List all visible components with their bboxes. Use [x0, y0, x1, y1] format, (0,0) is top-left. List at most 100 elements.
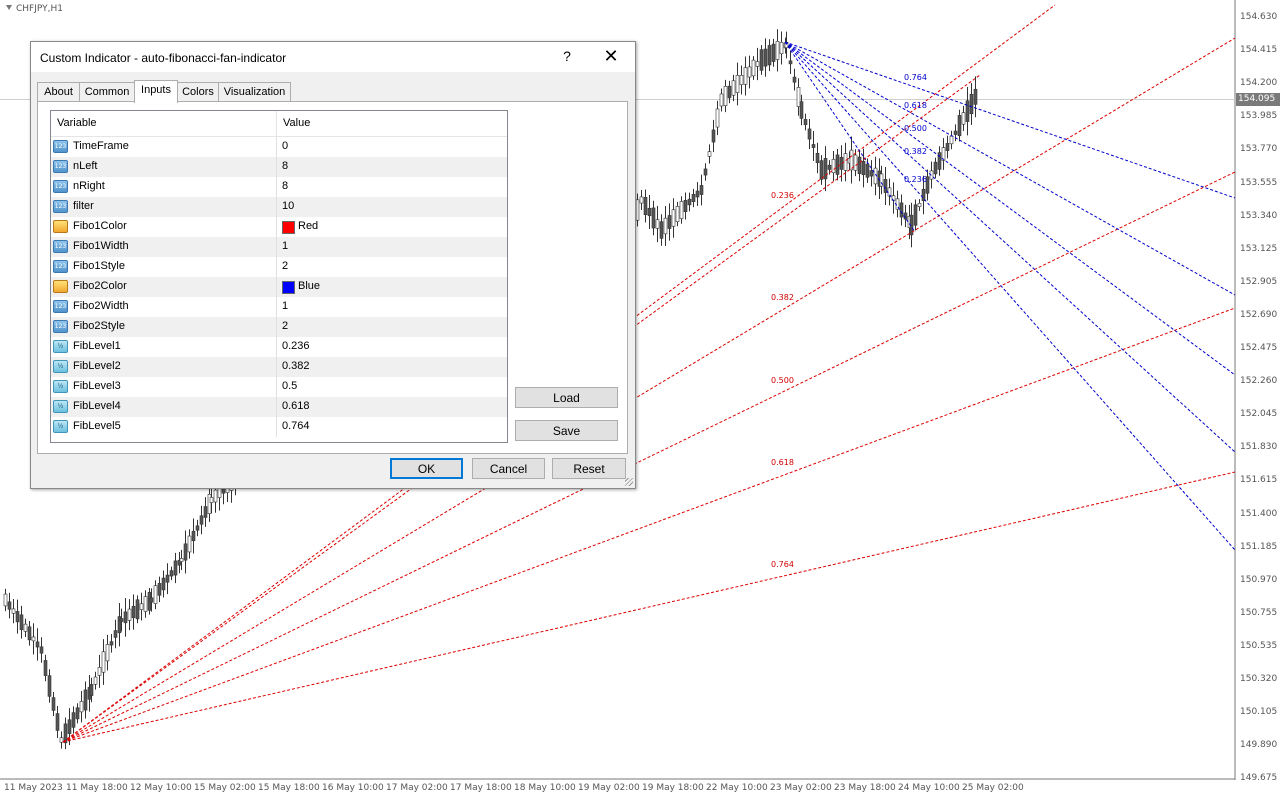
candle-body: [63, 723, 68, 744]
price-tick-label: 152.905: [1240, 276, 1278, 287]
current-price-tag: 154.095: [1236, 93, 1280, 106]
candle-body: [31, 636, 36, 642]
variable-value[interactable]: 10: [282, 200, 294, 212]
table-row[interactable]: ½ FibLevel4 0.618: [51, 397, 507, 417]
variable-value[interactable]: 1: [282, 240, 288, 252]
variable-name: FibLevel4: [73, 400, 121, 412]
time-tick-label: 19 May 18:00: [642, 783, 704, 793]
resize-grip-icon[interactable]: [625, 478, 633, 486]
price-tick-label: 149.890: [1240, 740, 1278, 751]
table-row[interactable]: Fibo2Color Blue: [51, 277, 507, 297]
table-row[interactable]: 123 Fibo2Style 2: [51, 317, 507, 337]
candle-body: [853, 154, 858, 171]
variable-value[interactable]: 8: [282, 180, 288, 192]
ok-button[interactable]: OK: [390, 458, 463, 479]
dialog-title-bar[interactable]: Custom Indicator - auto-fibonacci-fan-in…: [31, 42, 635, 72]
table-row[interactable]: 123 Fibo1Width 1: [51, 237, 507, 257]
candle-body: [743, 67, 748, 85]
variable-value[interactable]: 1: [282, 300, 288, 312]
table-row[interactable]: ½ FibLevel1 0.236: [51, 337, 507, 357]
time-tick-label: 19 May 02:00: [578, 783, 640, 793]
variable-name: nRight: [73, 180, 105, 192]
load-button[interactable]: Load: [515, 387, 618, 408]
candle-body: [187, 535, 192, 553]
candle-body: [79, 701, 84, 713]
table-row[interactable]: ½ FibLevel5 0.764: [51, 417, 507, 437]
time-tick-label: 12 May 10:00: [130, 783, 192, 793]
table-row[interactable]: 123 nLeft 8: [51, 157, 507, 177]
cancel-button[interactable]: Cancel: [472, 458, 545, 479]
time-tick-label: 23 May 18:00: [834, 783, 896, 793]
table-row[interactable]: Fibo1Color Red: [51, 217, 507, 237]
variable-value[interactable]: 0.236: [282, 340, 310, 352]
tab-colors[interactable]: Colors: [177, 82, 219, 102]
variable-name: Fibo2Color: [73, 280, 127, 292]
variable-value[interactable]: 0.764: [282, 420, 310, 432]
time-tick-label: 17 May 18:00: [450, 783, 512, 793]
tab-common[interactable]: Common: [79, 82, 135, 102]
close-button[interactable]: ✕: [601, 46, 621, 67]
column-header-value[interactable]: Value: [283, 117, 310, 129]
candle-body: [792, 76, 797, 83]
candle-body: [169, 570, 174, 577]
table-row[interactable]: ½ FibLevel3 0.5: [51, 377, 507, 397]
candle-body: [157, 583, 162, 596]
table-row[interactable]: 123 TimeFrame 0: [51, 137, 507, 157]
cell-separator: [276, 277, 277, 297]
blue-fan-line: [784, 41, 1236, 551]
tab-visualization[interactable]: Visualization: [218, 82, 291, 102]
table-row[interactable]: ½ FibLevel2 0.382: [51, 357, 507, 377]
variable-value[interactable]: 0.382: [282, 360, 310, 372]
candle-body: [149, 597, 154, 603]
cell-separator: [276, 337, 277, 357]
table-row[interactable]: 123 Fibo1Style 2: [51, 257, 507, 277]
candle-body: [827, 164, 832, 170]
variable-value[interactable]: Red: [298, 220, 318, 232]
tab-inputs[interactable]: Inputs: [134, 80, 178, 103]
candle-body: [15, 611, 20, 623]
candle-body: [11, 608, 16, 614]
variable-value[interactable]: 2: [282, 260, 288, 272]
candle-body: [811, 144, 816, 148]
blue-fan-level-label: 0.764: [904, 73, 927, 82]
table-header: Variable Value: [51, 111, 507, 137]
variable-value[interactable]: 0.5: [282, 380, 297, 392]
variable-value[interactable]: Blue: [298, 280, 320, 292]
tab-about[interactable]: About: [37, 82, 80, 102]
custom-indicator-dialog: Custom Indicator - auto-fibonacci-fan-in…: [30, 41, 636, 489]
table-row[interactable]: 123 Fibo2Width 1: [51, 297, 507, 317]
candle-body: [213, 489, 218, 503]
color-swatch[interactable]: [282, 281, 295, 294]
candle-body: [933, 161, 938, 175]
variable-value[interactable]: 8: [282, 160, 288, 172]
candle-body: [7, 601, 12, 610]
color-swatch[interactable]: [282, 221, 295, 234]
column-separator[interactable]: [276, 111, 277, 136]
variable-value[interactable]: 0: [282, 140, 288, 152]
table-row[interactable]: 123 filter 10: [51, 197, 507, 217]
table-row[interactable]: 123 nRight 8: [51, 177, 507, 197]
blue-fan-line: [784, 41, 1236, 453]
candle-body: [763, 48, 768, 67]
candle-body: [831, 158, 836, 174]
variable-value[interactable]: 0.618: [282, 400, 310, 412]
save-button[interactable]: Save: [515, 420, 618, 441]
reset-button[interactable]: Reset: [552, 458, 626, 479]
color-icon: [53, 280, 68, 293]
help-button[interactable]: ?: [559, 48, 575, 64]
cell-separator: [276, 157, 277, 177]
time-tick-label: 24 May 10:00: [898, 783, 960, 793]
variable-value[interactable]: 2: [282, 320, 288, 332]
candle-body: [819, 160, 824, 180]
candle-body: [675, 206, 680, 222]
collapse-triangle-icon[interactable]: [6, 5, 12, 10]
double-icon: ½: [53, 340, 68, 353]
time-tick-label: 15 May 02:00: [194, 783, 256, 793]
candle-body: [113, 630, 118, 638]
time-tick-label: 11 May 2023: [4, 783, 63, 793]
inputs-table[interactable]: Variable Value 123 TimeFrame 0 123 nLeft 8 123…: [50, 110, 508, 443]
int-icon: 123: [53, 160, 68, 173]
column-header-variable[interactable]: Variable: [57, 117, 97, 129]
candle-body: [755, 61, 760, 67]
candle-body: [173, 560, 178, 576]
